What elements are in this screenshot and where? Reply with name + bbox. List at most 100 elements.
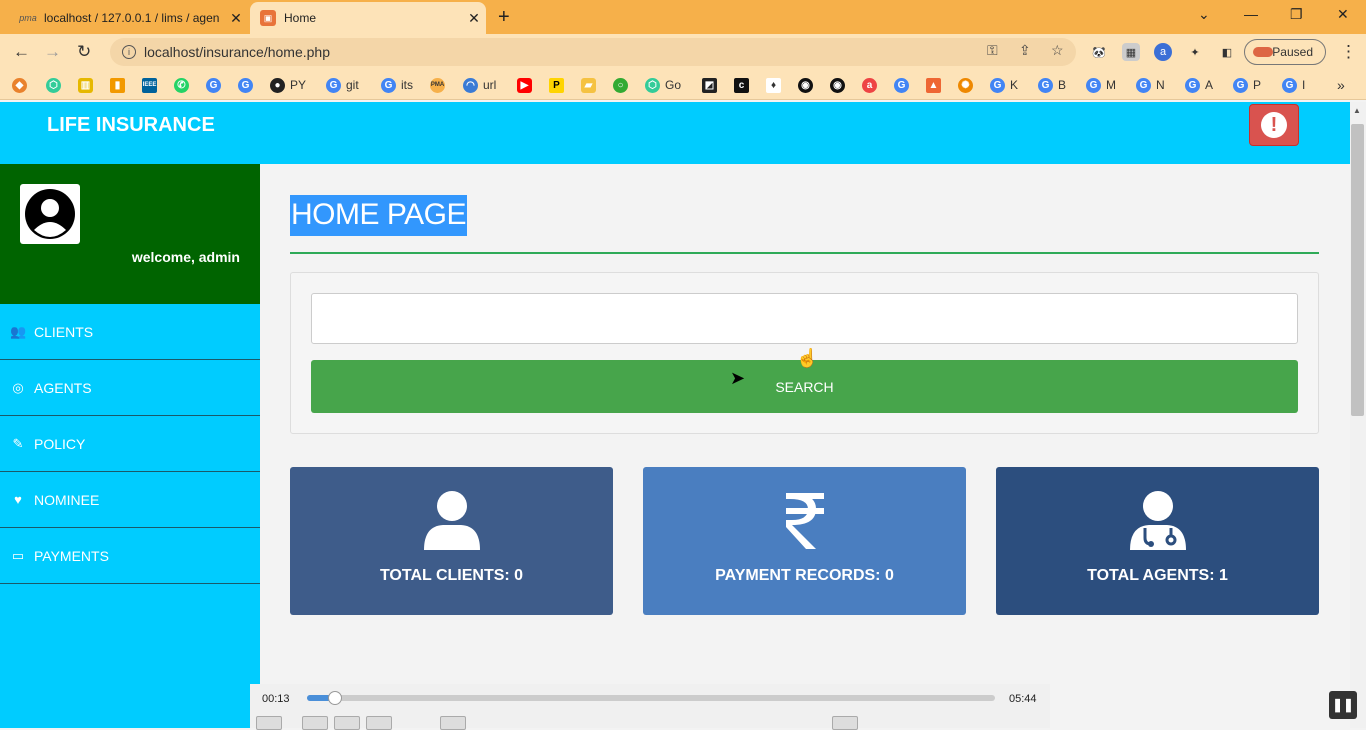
bookmark-item[interactable]: GM: [1086, 77, 1116, 93]
bookmark-item[interactable]: G: [206, 77, 226, 93]
search-input[interactable]: [311, 293, 1298, 344]
bookmark-item[interactable]: ✆: [174, 77, 194, 93]
bookmark-item[interactable]: ◉: [798, 77, 818, 93]
sidebar-item-label: PAYMENTS: [34, 547, 109, 564]
bookmark-item[interactable]: ♦: [766, 77, 786, 93]
profile-button[interactable]: Paused: [1244, 39, 1326, 65]
exclamation-circle-icon: !: [1261, 112, 1287, 138]
bookmark-item[interactable]: G: [238, 77, 258, 93]
wifi-icon: ◠: [463, 77, 478, 93]
restore-icon[interactable]: ❐: [1290, 6, 1303, 23]
bookmark-item[interactable]: ▲: [926, 77, 946, 93]
a-extension-icon[interactable]: a: [1154, 43, 1172, 61]
close-tab-icon[interactable]: ✕: [224, 10, 248, 27]
bookmark-item[interactable]: ◠ url: [463, 77, 496, 93]
google-icon: G: [381, 77, 396, 93]
share-icon[interactable]: ⇪: [1019, 42, 1031, 59]
sidebar-item-label: POLICY: [34, 435, 86, 452]
bookmark-item[interactable]: ● PY: [270, 77, 306, 93]
bookmark-item[interactable]: ▶: [517, 77, 537, 93]
bookmark-item[interactable]: ⬡: [46, 77, 66, 93]
bookmark-item[interactable]: GK: [990, 77, 1018, 93]
bookmark-item[interactable]: ◆: [12, 77, 32, 93]
sidebar-item-clients[interactable]: 👥 CLIENTS: [0, 304, 260, 360]
bookmark-item[interactable]: ◩: [702, 77, 722, 93]
alert-button[interactable]: !: [1249, 104, 1299, 146]
close-tab-icon[interactable]: ✕: [462, 10, 486, 27]
google-icon: G: [1282, 77, 1297, 93]
forward-icon[interactable]: →: [44, 42, 61, 62]
bookmarks-bar: ◆ ⬡ ▥ ▮ IEEE ✆ G G ● PY Ggit Gits PMA ◠ ur…: [0, 70, 1366, 100]
google-icon: G: [326, 77, 341, 93]
bookmark-item[interactable]: ○: [613, 77, 633, 93]
bookmark-item[interactable]: GB: [1038, 77, 1066, 93]
bookmark-icon: ◆: [12, 77, 27, 93]
new-tab-icon[interactable]: +: [498, 6, 510, 29]
bookmark-item[interactable]: GN: [1136, 77, 1165, 93]
total-time: 05:44: [1009, 693, 1037, 705]
bookmark-icon: ◉: [798, 77, 813, 93]
scroll-up-icon[interactable]: ▲: [1353, 106, 1361, 115]
extension-icon[interactable]: ▦: [1122, 43, 1140, 61]
ieee-icon: IEEE: [142, 77, 157, 93]
sidebar-item-policy[interactable]: ✎ POLICY: [0, 416, 260, 472]
more-bookmarks-icon[interactable]: »: [1337, 77, 1345, 93]
sidebar-menu: 👥 CLIENTS ◎ AGENTS ✎ POLICY ♥ NOMINEE ▭ …: [0, 304, 260, 584]
total-clients-card[interactable]: TOTAL CLIENTS: 0: [290, 467, 613, 615]
window-close-icon[interactable]: ✕: [1337, 6, 1349, 23]
bookmark-item[interactable]: ▰: [581, 77, 601, 93]
scrollbar-thumb[interactable]: [1351, 124, 1364, 416]
back-icon[interactable]: ←: [13, 42, 30, 62]
bookmark-item[interactable]: GP: [1233, 77, 1261, 93]
bookmark-icon: ◩: [702, 77, 717, 93]
bookmark-item[interactable]: ✺: [958, 77, 978, 93]
pause-icon[interactable]: ❚❚: [1329, 691, 1357, 719]
bookmark-item[interactable]: ▥: [78, 77, 98, 93]
sidepanel-icon[interactable]: ◧: [1218, 43, 1236, 61]
bookmark-item[interactable]: ⬡ Go: [645, 77, 681, 93]
bookmark-item[interactable]: GA: [1185, 77, 1213, 93]
payment-records-card[interactable]: PAYMENT RECORDS: 0: [643, 467, 966, 615]
welcome-text: welcome, admin: [131, 249, 240, 265]
browser-tab-phpmyadmin[interactable]: pma localhost / 127.0.0.1 / lims / agen …: [0, 2, 248, 34]
browser-tab-home[interactable]: ▣ Home ✕: [250, 2, 486, 34]
sidebar-item-payments[interactable]: ▭ PAYMENTS: [0, 528, 260, 584]
card-label: TOTAL CLIENTS: 0: [379, 567, 524, 584]
bookmark-item[interactable]: P: [549, 77, 569, 93]
reload-icon[interactable]: ↻: [77, 42, 91, 62]
bookmark-item[interactable]: c: [734, 77, 754, 93]
minimize-icon[interactable]: —: [1244, 6, 1258, 22]
html-icon: ▣: [260, 10, 276, 26]
bookmark-item[interactable]: IEEE: [142, 77, 162, 93]
google-icon: G: [894, 77, 909, 93]
address-text: localhost/insurance/home.php: [144, 44, 331, 60]
bookmark-icon: ♦: [766, 77, 781, 93]
bookmark-item[interactable]: PMA: [430, 77, 450, 93]
google-icon: G: [1185, 77, 1200, 93]
site-info-icon[interactable]: i: [122, 45, 136, 59]
bookmark-item[interactable]: ▮: [110, 77, 130, 93]
total-agents-card[interactable]: TOTAL AGENTS: 1: [996, 467, 1319, 615]
bookmark-item[interactable]: GI: [1282, 77, 1305, 93]
bookmark-icon: ▥: [78, 77, 93, 93]
bookmark-star-icon[interactable]: ☆: [1051, 42, 1064, 59]
address-bar[interactable]: i localhost/insurance/home.php: [110, 38, 1076, 66]
panda-extension-icon[interactable]: 🐼: [1090, 43, 1108, 61]
user-doctor-icon: [1129, 489, 1187, 553]
sidebar-item-nominee[interactable]: ♥ NOMINEE: [0, 472, 260, 528]
sidebar-item-agents[interactable]: ◎ AGENTS: [0, 360, 260, 416]
seek-bar[interactable]: [307, 691, 995, 705]
bookmark-item[interactable]: a: [862, 77, 882, 93]
bookmark-item[interactable]: G: [894, 77, 914, 93]
seek-handle[interactable]: [327, 691, 342, 705]
menu-kebab-icon[interactable]: ⋮: [1340, 42, 1357, 62]
globe-icon: ◎: [12, 379, 24, 395]
key-icon[interactable]: ⚿: [987, 42, 998, 59]
google-icon: G: [206, 77, 221, 93]
bookmark-item[interactable]: ◉: [830, 77, 850, 93]
brand-title: LIFE INSURANCE: [47, 114, 215, 136]
puzzle-icon[interactable]: ✦: [1186, 43, 1204, 61]
bookmark-item[interactable]: Ggit: [326, 77, 359, 93]
tab-search-icon[interactable]: ⌄: [1198, 6, 1210, 23]
bookmark-item[interactable]: Gits: [381, 77, 413, 93]
